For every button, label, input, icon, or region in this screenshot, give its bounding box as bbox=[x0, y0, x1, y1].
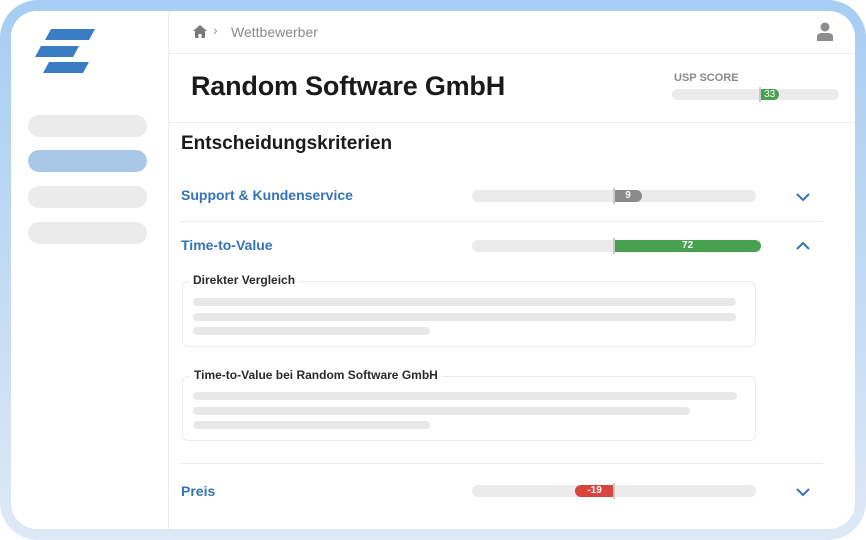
criterion-score-bar: -19 bbox=[472, 483, 756, 499]
criterion-label[interactable]: Support & Kundenservice bbox=[181, 187, 353, 203]
breadcrumb-separator: › bbox=[213, 22, 218, 38]
chevron-down-icon[interactable] bbox=[796, 488, 810, 497]
criterion-score-fill: 72 bbox=[614, 240, 762, 252]
sidebar-item-3[interactable] bbox=[28, 186, 147, 208]
criterion-score-bar: 9 bbox=[472, 188, 756, 204]
brand-logo[interactable] bbox=[31, 27, 97, 75]
breadcrumb-current[interactable]: Wettbewerber bbox=[231, 24, 318, 40]
topbar: › Wettbewerber bbox=[169, 11, 855, 54]
page-title: Random Software GmbH bbox=[191, 71, 506, 101]
sidebar bbox=[11, 11, 169, 529]
sidebar-item-2-active[interactable] bbox=[28, 150, 147, 172]
chevron-up-icon[interactable] bbox=[796, 241, 810, 250]
criterion-score-bar: 72 bbox=[472, 238, 762, 254]
text-placeholder bbox=[193, 421, 430, 429]
criterion-score-fill: -19 bbox=[575, 485, 614, 497]
card-title: Time-to-Value bei Random Software GmbH bbox=[190, 368, 442, 382]
usp-score-zero-marker bbox=[759, 87, 761, 102]
text-placeholder bbox=[193, 313, 736, 321]
home-icon[interactable] bbox=[193, 25, 207, 38]
section-title: Entscheidungskriterien bbox=[181, 133, 393, 154]
text-placeholder bbox=[193, 298, 736, 306]
text-placeholder bbox=[193, 392, 737, 400]
card-title: Direkter Vergleich bbox=[189, 273, 300, 287]
criterion-divider bbox=[181, 463, 823, 464]
comparison-card: Direkter Vergleich bbox=[182, 273, 756, 347]
criterion-zero-marker bbox=[613, 188, 615, 204]
sidebar-item-1[interactable] bbox=[28, 115, 147, 137]
criterion-label[interactable]: Time-to-Value bbox=[181, 237, 273, 253]
sidebar-item-4[interactable] bbox=[28, 222, 147, 244]
text-placeholder bbox=[193, 327, 430, 335]
text-placeholder bbox=[193, 407, 690, 415]
app-screen: › Wettbewerber Random Software GmbH USP … bbox=[11, 11, 855, 529]
criterion-score-fill: 9 bbox=[614, 190, 642, 202]
criterion-label[interactable]: Preis bbox=[181, 483, 215, 499]
criterion-zero-marker bbox=[613, 483, 615, 499]
detail-card: Time-to-Value bei Random Software GmbH bbox=[182, 368, 756, 441]
criterion-divider bbox=[181, 221, 823, 222]
usp-score-label: USP SCORE bbox=[674, 72, 739, 84]
page-header: Random Software GmbH USP SCORE 33 bbox=[169, 54, 855, 123]
usp-score-fill: 33 bbox=[760, 89, 780, 100]
user-icon[interactable] bbox=[817, 22, 833, 41]
chevron-down-icon[interactable] bbox=[796, 193, 810, 202]
device-frame: › Wettbewerber Random Software GmbH USP … bbox=[0, 0, 866, 540]
criterion-zero-marker bbox=[613, 238, 615, 254]
usp-score-bar: 33 bbox=[672, 87, 839, 102]
